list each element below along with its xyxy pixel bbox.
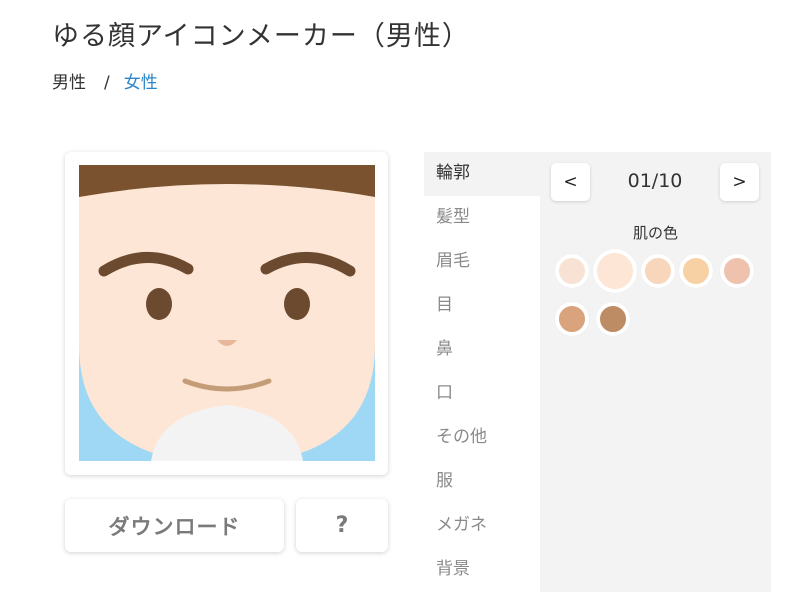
skin-color-swatch[interactable] (720, 254, 754, 288)
breadcrumb-separator: / (104, 73, 110, 93)
skin-color-swatch[interactable] (596, 302, 630, 336)
breadcrumb-link-female[interactable]: 女性 (124, 73, 158, 93)
skin-color-swatch[interactable] (679, 254, 713, 288)
skin-color-swatch[interactable] (555, 302, 589, 336)
breadcrumb-current: 男性 (52, 73, 86, 93)
skin-color-label: 肌の色 (632, 224, 678, 242)
parts-menu-item[interactable]: 髪型 (424, 196, 540, 240)
avatar-preview-card (65, 152, 388, 475)
avatar-left-eye (146, 288, 172, 320)
parts-menu-item[interactable]: メガネ (424, 504, 540, 548)
download-button[interactable]: ダウンロード (65, 499, 284, 552)
skin-color-swatch[interactable] (555, 254, 589, 288)
options-panel: < 01/10 > 肌の色 (540, 152, 771, 592)
skin-color-swatch[interactable] (641, 254, 675, 288)
parts-menu-item[interactable]: 背景 (424, 548, 540, 592)
parts-menu-item[interactable]: 眉毛 (424, 240, 540, 284)
parts-menu-item[interactable]: 服 (424, 460, 540, 504)
page-counter: 01/10 (627, 170, 683, 192)
skin-color-swatch[interactable] (593, 249, 637, 293)
parts-menu-item[interactable]: その他 (424, 416, 540, 460)
parts-menu-item[interactable]: 目 (424, 284, 540, 328)
parts-menu-item[interactable]: 口 (424, 372, 540, 416)
next-page-button[interactable]: > (720, 163, 759, 201)
parts-menu: 輪郭 髪型 眉毛目鼻口その他服メガネ 背景 (424, 152, 540, 592)
parts-menu-item[interactable]: 鼻 (424, 328, 540, 372)
avatar-right-eye (284, 288, 310, 320)
parts-menu-item[interactable]: 輪郭 (424, 152, 540, 196)
prev-page-button[interactable]: < (551, 163, 590, 201)
page-title: ゆる顔アイコンメーカー（男性） (52, 21, 470, 52)
breadcrumb: 男性 / 女性 (52, 68, 158, 93)
help-button[interactable]: ? (296, 499, 388, 552)
avatar-preview (79, 165, 375, 461)
